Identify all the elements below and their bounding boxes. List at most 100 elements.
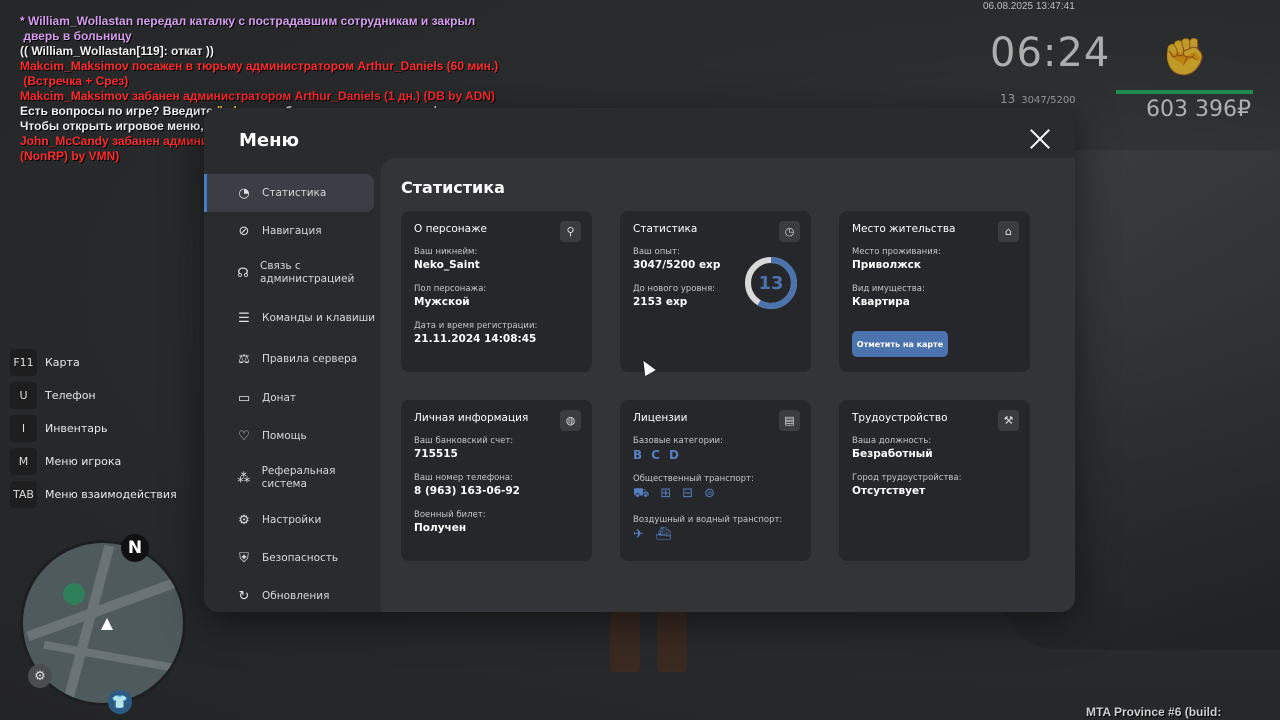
- hud-timestamp: 06.08.2025 13:47:41: [983, 1, 1075, 12]
- fist-icon: ✊: [1162, 37, 1207, 78]
- tram-icon: ⊟: [682, 486, 694, 501]
- shortcut-key: TAB: [10, 481, 37, 508]
- shortcut-item: U Телефон: [10, 379, 177, 412]
- registration-label: Дата и время регистрации:: [414, 321, 538, 331]
- sidebar-item-6[interactable]: ▭ Донат: [204, 379, 381, 417]
- gender-value: Мужской: [414, 296, 470, 308]
- chat-line: Makcim_Maksimov забанен администратором …: [20, 89, 496, 103]
- shortcut-key: F11: [10, 349, 37, 376]
- shirt-icon: 👕: [108, 690, 132, 714]
- sidebar-item-label: Обновления: [262, 590, 330, 603]
- category-c: C: [651, 448, 660, 462]
- chat-line: (Встречка + Срез): [20, 74, 129, 88]
- public-transport-icons: ⛟ ⊞ ⊟ ⊜: [633, 486, 798, 503]
- trolleybus-icon: ⊞: [660, 486, 672, 501]
- bus-icon: ⛟: [633, 486, 650, 501]
- chat-line: Makcim_Maksimov посажен в тюрьму админис…: [20, 59, 499, 73]
- category-d: D: [668, 448, 679, 462]
- pie-chart-icon: ◔: [238, 185, 250, 201]
- card-residence: Место жительства ⌂ Место проживания: При…: [839, 211, 1030, 372]
- basic-categories-label: Базовые категории:: [633, 436, 723, 446]
- card-title: Место жительства: [852, 223, 956, 235]
- card-stats: Статистика ◷ Ваш опыт: 3047/5200 exp До …: [620, 211, 811, 372]
- document-icon: ▤: [779, 410, 800, 431]
- compass-north-icon: N: [121, 534, 149, 562]
- boat-icon: ⛴: [654, 527, 672, 542]
- game-menu-modal: Меню ◔ Статистика ⊘ Навигация ☊ Связь с админ…: [204, 108, 1075, 612]
- sidebar-item-10[interactable]: ⛨ Безопасность: [204, 539, 381, 577]
- nickname-value: Neko_Saint: [414, 259, 480, 271]
- headset-icon: ☊: [237, 265, 249, 281]
- sidebar-item-label: Правила сервера: [262, 353, 358, 366]
- position-value: Безработный: [852, 448, 933, 460]
- mark-on-map-button[interactable]: Отметить на карте: [852, 331, 948, 357]
- build-info: MTA Province #6 (build: 6.12416.9): [1086, 705, 1222, 720]
- compass-icon: ⊘: [238, 224, 250, 240]
- hud-clock: 06:24: [990, 30, 1111, 76]
- shield-icon: ⛨: [239, 551, 249, 567]
- robot-icon: ⚙: [28, 664, 52, 688]
- content-title: Статистика: [401, 178, 505, 197]
- sidebar-item-7[interactable]: ♡ Помощь: [204, 418, 381, 456]
- sidebar-item-1[interactable]: ◔ Статистика: [204, 174, 374, 213]
- refresh-icon: ↻: [238, 589, 250, 605]
- sidebar-item-3[interactable]: ☊ Связь с администрацией: [204, 251, 381, 296]
- scales-icon: ⚖: [238, 352, 250, 368]
- phone-label: Ваш номер телефона:: [414, 473, 513, 483]
- shortcut-label: Карта: [45, 356, 80, 369]
- sidebar-item-2[interactable]: ⊘ Навигация: [204, 212, 381, 250]
- sidebar-item-label: Настройки: [262, 513, 322, 526]
- wallet-icon: ▭: [237, 390, 251, 406]
- sidebar-item-8[interactable]: ⁂ Реферальная система: [204, 456, 381, 501]
- military-value: Получен: [414, 522, 467, 534]
- hud-level: 13 3047/5200: [1000, 92, 1076, 106]
- close-button[interactable]: [1029, 128, 1051, 150]
- character-legs: [605, 612, 695, 682]
- card-licenses: Лицензии ▤ Базовые категории: B C D Обще…: [620, 400, 811, 561]
- menu-content: Статистика О персонаже ⚲ Ваш никнейм: Ne…: [381, 158, 1075, 612]
- bus-stop-icon: [63, 583, 85, 605]
- sidebar-item-4[interactable]: ☰ Команды и клавиши: [204, 296, 381, 341]
- modal-title: Меню: [239, 130, 300, 151]
- plane-icon: ✈: [633, 527, 644, 542]
- globe-icon: ◍: [560, 410, 581, 431]
- heart-hand-icon: ♡: [238, 429, 250, 445]
- bank-label: Ваш банковский счет:: [414, 436, 514, 446]
- registration-value: 21.11.2024 14:08:45: [414, 333, 537, 345]
- public-transport-label: Общественный транспорт:: [633, 474, 754, 484]
- clock-icon: ◷: [779, 221, 800, 242]
- nickname-label: Ваш никнейм:: [414, 247, 478, 257]
- hud-health-bar: [1116, 90, 1253, 94]
- military-label: Военный билет:: [414, 510, 486, 520]
- residence-value: Приволжск: [852, 259, 922, 271]
- sidebar-item-11[interactable]: ↻ Обновления: [204, 578, 381, 612]
- shortcut-item: F11 Карта: [10, 346, 177, 379]
- bank-value: 715515: [414, 448, 458, 460]
- card-job: Трудоустройство ⚒ Ваша должность: Безраб…: [839, 400, 1030, 561]
- sidebar-item-5[interactable]: ⚖ Правила сервера: [204, 341, 381, 379]
- sidebar-item-label: Навигация: [262, 225, 322, 238]
- phone-value: 8 (963) 163-06-92: [414, 485, 520, 497]
- property-label: Вид имущества:: [852, 284, 925, 294]
- hud-level-number: 13: [1000, 92, 1016, 106]
- card-title: Трудоустройство: [852, 412, 948, 424]
- shortcut-item: I Инвентарь: [10, 412, 177, 445]
- basic-categories: B C D: [633, 448, 798, 462]
- metro-icon: ⊜: [704, 486, 716, 501]
- level-number: 13: [758, 272, 784, 294]
- category-b: B: [633, 448, 643, 462]
- shortcut-label: Телефон: [45, 389, 96, 402]
- menu-sidebar: ◔ Статистика ⊘ Навигация ☊ Связь с администра…: [204, 174, 381, 612]
- sidebar-item-label: Статистика: [262, 186, 327, 199]
- player-arrow-icon: [101, 618, 113, 630]
- hud-xp: 3047/5200: [1021, 95, 1076, 106]
- sidebar-item-9[interactable]: ⚙ Настройки: [204, 501, 381, 539]
- job-city-value: Отсутствует: [852, 485, 926, 497]
- card-title: Личная информация: [414, 412, 529, 424]
- shortcut-key: I: [10, 415, 37, 442]
- sidebar-item-label: Донат: [262, 391, 297, 404]
- tools-icon: ⚒: [998, 410, 1019, 431]
- card-personal: Личная информация ◍ Ваш банковский счет:…: [401, 400, 592, 561]
- gender-label: Пол персонажа:: [414, 284, 487, 294]
- shortcut-item: TAB Меню взаимодействия: [10, 478, 177, 511]
